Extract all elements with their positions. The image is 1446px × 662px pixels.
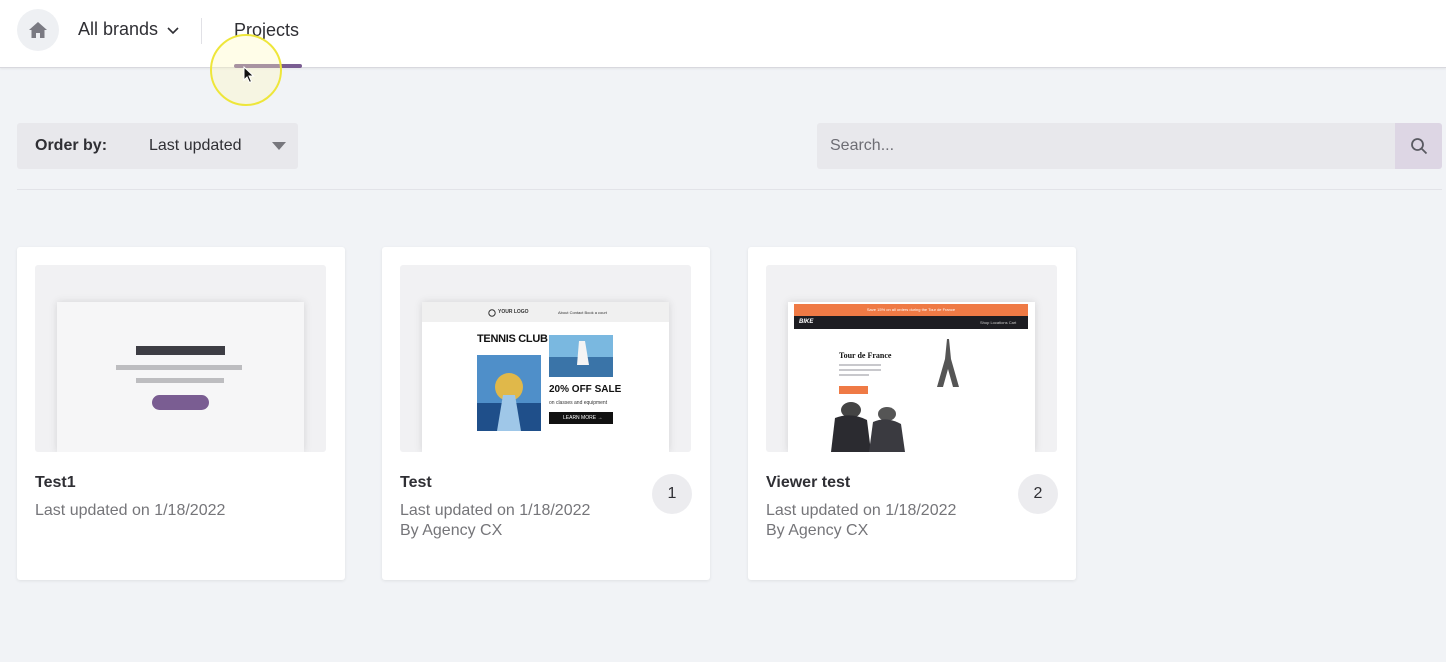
email-banner-text: Save 15% on all orders during the Tour d… xyxy=(866,307,956,312)
last-updated: Last updated on 1/18/2022 xyxy=(766,502,957,519)
placeholder-template xyxy=(57,302,304,452)
brand-selector-label: All brands xyxy=(78,19,159,39)
divider xyxy=(17,189,1442,190)
top-navigation-bar: All brands Projects xyxy=(0,0,1446,68)
last-updated: Last updated on 1/18/2022 xyxy=(400,502,591,519)
tour-de-france-email-template: Save 15% on all orders during the Tour d… xyxy=(788,302,1035,452)
home-icon xyxy=(29,22,47,38)
tab-projects[interactable]: Projects xyxy=(234,20,299,41)
body-text-line xyxy=(839,369,881,371)
project-card[interactable]: Test1 Last updated on 1/18/2022 xyxy=(17,247,345,580)
eiffel-tower-image xyxy=(937,339,959,387)
project-title: Test xyxy=(400,474,432,491)
project-author: By Agency CX xyxy=(400,522,503,539)
order-by-value: Last updated xyxy=(149,137,242,154)
email-subtext: on classes and equipment xyxy=(549,400,608,406)
email-header: BIKE Shop Locations Cart xyxy=(794,316,1028,329)
search-icon xyxy=(1410,138,1427,155)
project-thumbnail: Save 15% on all orders during the Tour d… xyxy=(766,265,1057,452)
email-nav: About Contact Book a court xyxy=(558,310,607,315)
project-thumbnail xyxy=(35,265,326,452)
email-nav: Shop Locations Cart xyxy=(980,320,1017,325)
order-by-label: Order by: xyxy=(35,137,108,154)
email-logo-text: BIKE xyxy=(799,319,814,325)
email-header: YOUR LOGO About Contact Book a court xyxy=(422,302,669,322)
mouse-pointer-icon xyxy=(243,66,255,84)
email-cta-label: LEARN MORE → xyxy=(563,415,603,421)
search-input[interactable] xyxy=(817,123,1395,169)
brand-selector[interactable]: All brands xyxy=(78,19,180,40)
email-cta-button xyxy=(839,386,868,394)
tennis-court-image xyxy=(549,335,613,377)
project-title: Test1 xyxy=(35,474,76,491)
last-updated: Last updated on 1/18/2022 xyxy=(35,502,226,519)
project-meta: Last updated on 1/18/2022 xyxy=(35,501,225,521)
email-cta-button: LEARN MORE → xyxy=(549,412,613,424)
project-title: Viewer test xyxy=(766,474,851,491)
active-tab-indicator xyxy=(234,64,302,68)
body-text-line xyxy=(839,374,869,376)
project-card[interactable]: YOUR LOGO About Contact Book a court TEN… xyxy=(382,247,710,580)
body-text-line xyxy=(839,364,881,366)
count-badge: 2 xyxy=(1018,474,1058,514)
email-logo-text: YOUR LOGO xyxy=(498,309,529,315)
chevron-down-icon xyxy=(167,26,179,34)
project-meta: Last updated on 1/18/2022 By Agency CX xyxy=(766,501,956,541)
caret-down-icon xyxy=(272,142,286,150)
count-badge: 1 xyxy=(652,474,692,514)
email-headline: TENNIS CLUB xyxy=(477,333,548,345)
logo-icon xyxy=(488,309,496,317)
project-card[interactable]: Save 15% on all orders during the Tour d… xyxy=(748,247,1076,580)
cyclists-image xyxy=(831,402,905,452)
search-button[interactable] xyxy=(1395,123,1442,169)
divider xyxy=(201,18,202,44)
project-thumbnail: YOUR LOGO About Contact Book a court TEN… xyxy=(400,265,691,452)
tennis-player-image xyxy=(477,355,541,431)
project-author: By Agency CX xyxy=(766,522,869,539)
order-by-dropdown[interactable]: Order by: Last updated xyxy=(17,123,298,169)
tennis-email-template: YOUR LOGO About Contact Book a court TEN… xyxy=(422,302,669,452)
email-headline: Tour de France xyxy=(839,351,892,360)
home-button[interactable] xyxy=(17,9,59,51)
project-meta: Last updated on 1/18/2022 By Agency CX xyxy=(400,501,590,541)
email-offer: 20% OFF SALE xyxy=(549,384,622,395)
email-banner: Save 15% on all orders during the Tour d… xyxy=(794,304,1028,316)
